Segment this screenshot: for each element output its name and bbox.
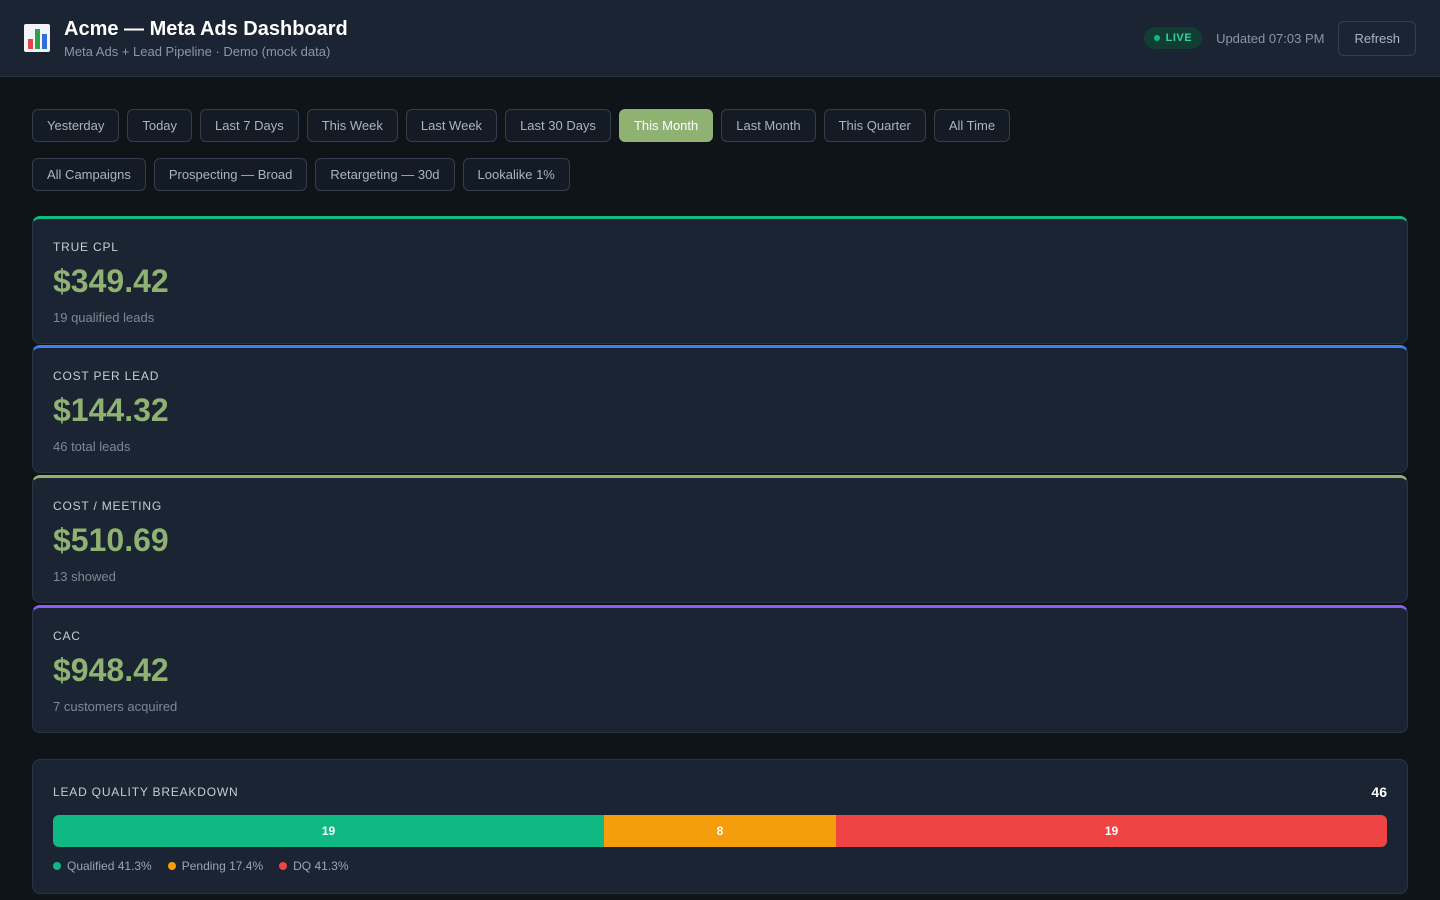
date-filter-this-month[interactable]: This Month: [618, 109, 714, 142]
lead-quality-bar: 19 8 19: [53, 815, 1387, 847]
legend-dot-icon: [53, 862, 61, 870]
date-filter-all-time[interactable]: All Time: [933, 109, 1011, 142]
kpi-value: $510.69: [53, 522, 169, 558]
last-updated: Updated 07:03 PM: [1216, 30, 1325, 46]
campaign-filter-retargeting[interactable]: Retargeting — 30d: [315, 158, 455, 191]
kpi-card-true-cpl: TRUE CPL $349.42 19 qualified leads: [32, 216, 1408, 344]
kpi-card-cost-per-lead: COST PER LEAD $144.32 46 total leads: [32, 345, 1408, 473]
app-header: Acme — Meta Ads Dashboard Meta Ads + Lea…: [0, 0, 1440, 77]
legend-qualified: Qualified 41.3%: [53, 859, 152, 873]
date-filter-last-30-days[interactable]: Last 30 Days: [505, 109, 611, 142]
date-filter-last-week[interactable]: Last Week: [405, 109, 498, 142]
kpi-card-cost-per-meeting: COST / MEETING $510.69 13 showed: [32, 475, 1408, 603]
kpi-label: CAC: [53, 629, 81, 643]
segment-qualified: 19: [53, 815, 604, 847]
date-filter-yesterday[interactable]: Yesterday: [32, 109, 120, 142]
kpi-value: $948.42: [53, 652, 169, 688]
segment-dq: 19: [836, 815, 1387, 847]
campaign-filter-lookalike[interactable]: Lookalike 1%: [462, 158, 570, 191]
legend-label: Pending 17.4%: [181, 859, 264, 873]
date-filter-this-quarter[interactable]: This Quarter: [823, 109, 926, 142]
campaign-filter-all[interactable]: All Campaigns: [32, 158, 146, 191]
kpi-subtext: 7 customers acquired: [53, 699, 178, 714]
date-filter-today[interactable]: Today: [127, 109, 193, 142]
header-actions: LIVE Updated 07:03 PM Refresh: [1143, 20, 1416, 56]
legend-label: DQ 41.3%: [293, 859, 349, 873]
refresh-button[interactable]: Refresh: [1338, 20, 1416, 56]
page-title: Acme — Meta Ads Dashboard: [64, 18, 348, 40]
legend-dq: DQ 41.3%: [279, 859, 349, 873]
lead-quality-total: 46: [1371, 784, 1387, 800]
campaign-filter-bar: All Campaigns Prospecting — Broad Retarg…: [32, 158, 570, 191]
lead-quality-header: LEAD QUALITY BREAKDOWN 46: [53, 784, 1387, 800]
kpi-subtext: 13 showed: [53, 569, 116, 584]
lead-quality-card: LEAD QUALITY BREAKDOWN 46 19 8 19 Qualif…: [32, 759, 1408, 894]
kpi-label: TRUE CPL: [53, 240, 119, 254]
kpi-subtext: 46 total leads: [53, 439, 131, 454]
legend-label: Qualified 41.3%: [67, 859, 152, 873]
legend-dot-icon: [167, 862, 176, 870]
kpi-value: $349.42: [53, 263, 169, 299]
lead-quality-legend: Qualified 41.3% Pending 17.4% DQ 41.3%: [53, 859, 1387, 873]
kpi-value: $144.32: [53, 392, 169, 428]
kpi-card-cac: CAC $948.42 7 customers acquired: [32, 605, 1408, 733]
page-subtitle: Meta Ads + Lead Pipeline · Demo (mock da…: [64, 44, 331, 59]
legend-dot-icon: [279, 862, 288, 870]
kpi-label: COST / MEETING: [53, 499, 162, 513]
live-dot-icon: [1153, 35, 1160, 41]
date-filter-last-month[interactable]: Last Month: [721, 109, 816, 142]
date-filter-this-week[interactable]: This Week: [306, 109, 398, 142]
live-label: LIVE: [1165, 32, 1193, 44]
kpi-subtext: 19 qualified leads: [53, 310, 155, 325]
bar-chart-icon: [24, 24, 50, 52]
kpi-label: COST PER LEAD: [53, 369, 160, 383]
date-filter-last-7-days[interactable]: Last 7 Days: [200, 109, 299, 142]
date-filter-bar: Yesterday Today Last 7 Days This Week La…: [32, 109, 1011, 142]
lead-quality-title: LEAD QUALITY BREAKDOWN: [53, 785, 239, 799]
title-block: Acme — Meta Ads Dashboard Meta Ads + Lea…: [64, 17, 348, 59]
segment-pending: 8: [604, 815, 836, 847]
legend-pending: Pending 17.4%: [167, 859, 264, 873]
campaign-filter-prospecting[interactable]: Prospecting — Broad: [153, 158, 308, 191]
live-badge: LIVE: [1143, 27, 1203, 49]
